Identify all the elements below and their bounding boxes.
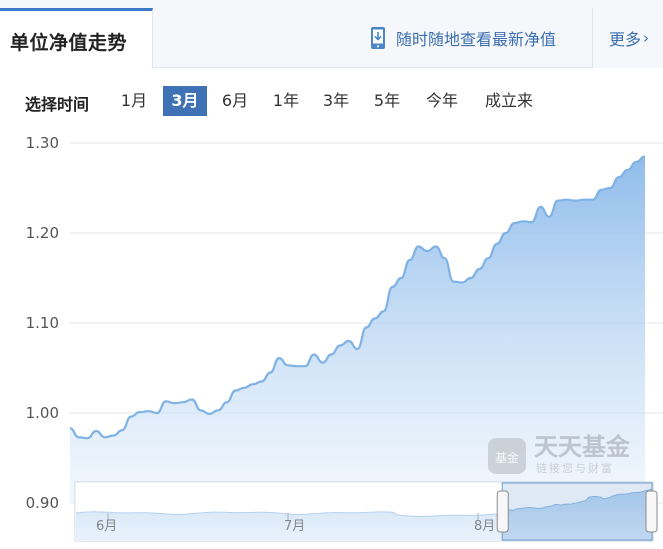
tab-nav-trend[interactable]: 单位净值走势 [0,8,153,69]
navigator-handle-right[interactable] [645,490,658,533]
watermark-logo-text: 基金 [495,450,519,465]
y-tick-label: 1.00 [26,404,59,422]
range-option-5y[interactable]: 5年 [366,86,408,116]
header-bar: 单位净值走势 随时随地查看最新净值 更多 › [0,0,663,69]
navigator-handle-left[interactable] [496,490,509,533]
navigator-unselected-mask [75,482,503,541]
nav-trend-chart[interactable]: 1.30 1.20 1.10 1.00 0.90 基金 天天基金 链接您与财富 6月 7… [0,125,663,549]
time-range-label: 选择时间 [25,95,90,114]
y-tick-label: 0.90 [26,494,59,512]
range-option-3y[interactable]: 3年 [315,86,357,116]
range-option-6m[interactable]: 6月 [214,86,256,116]
more-button-label: 更多 [609,30,642,49]
chevron-right-icon: › [643,29,650,47]
mobile-phone-icon [371,27,385,49]
range-option-ytd[interactable]: 今年 [418,86,466,116]
tab-nav-trend-label: 单位净值走势 [10,32,128,54]
watermark-name: 天天基金 [534,433,631,461]
range-option-1m[interactable]: 1月 [114,86,154,116]
y-tick-label: 1.20 [26,224,59,242]
mobile-view-link-label: 随时随地查看最新净值 [396,30,557,49]
range-option-1y[interactable]: 1年 [265,86,307,116]
watermark-slogan: 链接您与财富 [536,461,614,475]
range-option-since-inception[interactable]: 成立来 [476,86,542,116]
mobile-view-link[interactable]: 随时随地查看最新净值 [370,24,556,52]
range-navigator[interactable]: 6月 7月 8月 [74,481,658,542]
y-tick-label: 1.30 [26,134,59,152]
y-axis: 1.30 1.20 1.10 1.00 0.90 [26,134,59,512]
navigator-selected-window[interactable] [501,482,653,541]
time-range-selector: 选择时间 1月 3月 6月 1年 3年 5年 今年 成立来 [0,86,663,116]
watermark-logo: 基金 天天基金 链接您与财富 [488,433,631,475]
y-tick-label: 1.10 [26,314,59,332]
range-option-3m[interactable]: 3月 [163,86,207,116]
more-button[interactable]: 更多 › [592,8,663,68]
